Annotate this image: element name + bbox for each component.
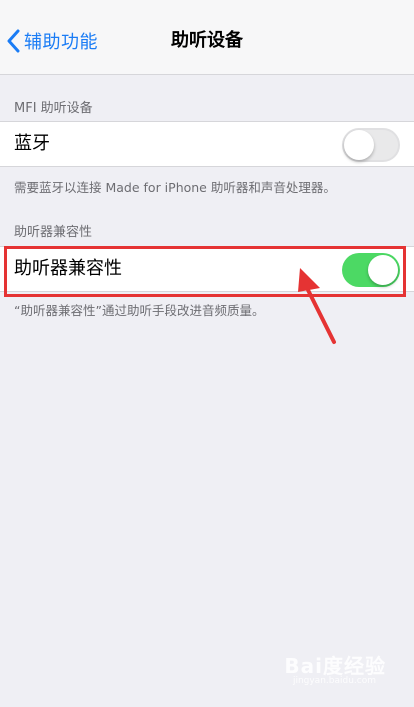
toggle-knob — [368, 255, 398, 285]
section-header-compat: 助听器兼容性 — [14, 225, 93, 240]
section-header-mfi: MFI 助听设备 — [14, 101, 93, 116]
section-footer-mfi: 需要蓝牙以连接 Made for iPhone 助听器和声音处理器。 — [14, 180, 336, 195]
watermark-logo: Bai度经验 — [284, 654, 386, 678]
page-title: 助听设备 — [171, 30, 243, 51]
watermark-url: jingyan.baidu.com — [292, 676, 376, 686]
navigation-bar: 辅助功能 助听设备 — [0, 0, 414, 75]
toggle-knob — [344, 130, 374, 160]
bluetooth-row: 蓝牙 — [0, 121, 414, 167]
bluetooth-label: 蓝牙 — [14, 133, 50, 154]
compat-footer-text: “助听器兼容性”通过助听手段改进音频质量。 — [14, 303, 265, 318]
bluetooth-toggle[interactable] — [342, 128, 400, 162]
hearing-aid-compat-toggle[interactable] — [342, 253, 400, 287]
hearing-aid-compat-row: 助听器兼容性 — [0, 246, 414, 292]
hearing-aid-compat-label: 助听器兼容性 — [14, 258, 122, 279]
annotation-arrow-icon — [298, 268, 336, 344]
